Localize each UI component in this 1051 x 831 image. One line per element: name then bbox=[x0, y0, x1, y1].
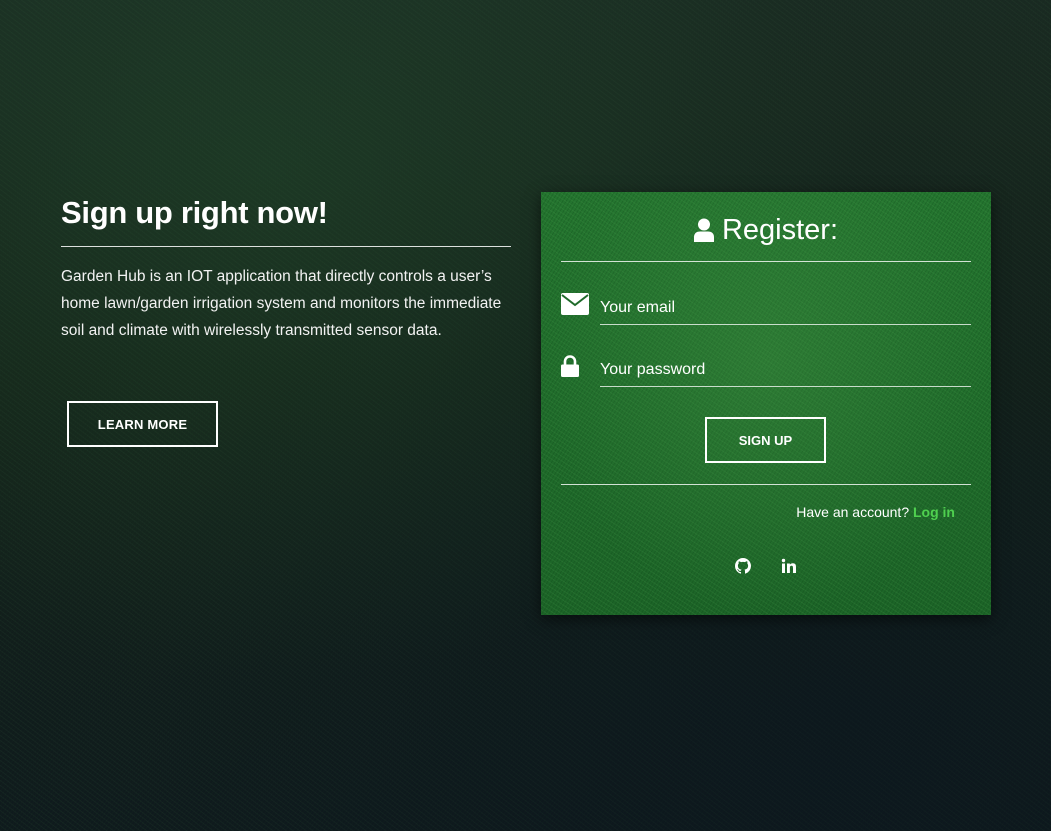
password-input[interactable] bbox=[600, 353, 971, 387]
register-bottom-divider bbox=[561, 484, 971, 485]
learn-more-button[interactable]: LEARN MORE bbox=[67, 401, 218, 447]
linkedin-icon[interactable] bbox=[781, 558, 797, 574]
envelope-icon bbox=[561, 293, 589, 320]
intro-section: Sign up right now! Garden Hub is an IOT … bbox=[61, 192, 511, 447]
sign-up-button[interactable]: SIGN UP bbox=[705, 417, 826, 463]
register-title: Register: bbox=[721, 214, 839, 246]
login-link[interactable]: Log in bbox=[913, 504, 955, 520]
lock-icon bbox=[561, 355, 579, 382]
github-icon[interactable] bbox=[735, 558, 751, 574]
intro-description: Garden Hub is an IOT application that di… bbox=[61, 268, 502, 339]
email-input[interactable] bbox=[600, 291, 971, 325]
register-card: Register: SIGN UP Have an account? Log i… bbox=[541, 192, 991, 615]
intro-divider bbox=[61, 246, 511, 247]
account-prompt: Have an account? Log in bbox=[796, 503, 955, 521]
user-icon bbox=[693, 218, 714, 242]
password-field-group bbox=[561, 353, 971, 389]
intro-title: Sign up right now! bbox=[61, 195, 328, 230]
email-field-group bbox=[561, 291, 971, 327]
register-top-divider bbox=[561, 261, 971, 262]
social-links bbox=[541, 556, 991, 576]
have-account-text: Have an account? bbox=[796, 504, 910, 520]
register-header: Register: bbox=[541, 212, 991, 248]
